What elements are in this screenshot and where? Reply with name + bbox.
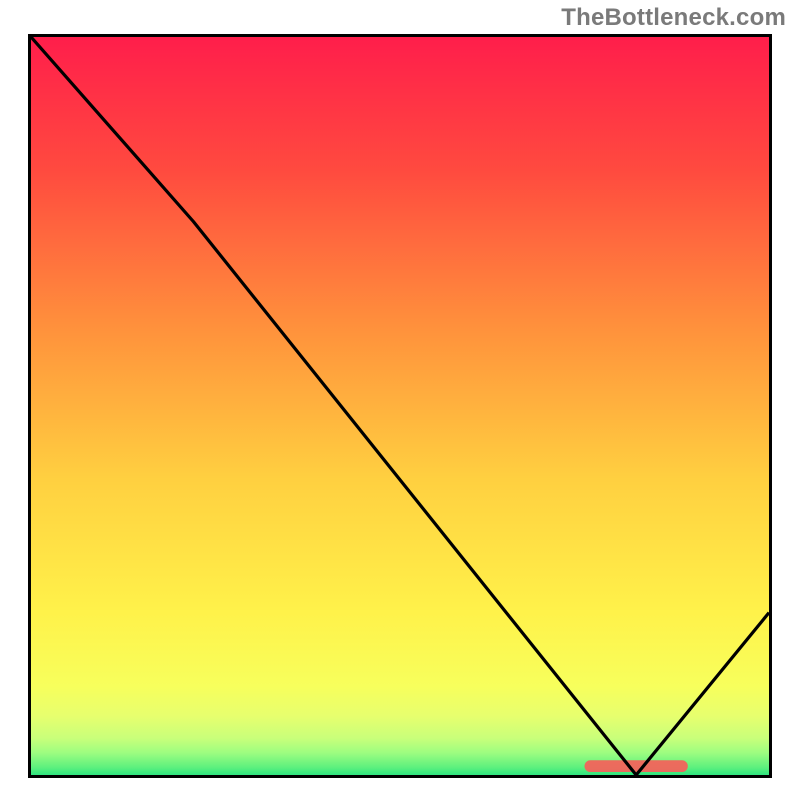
plot-area (28, 34, 772, 778)
plot-background (31, 37, 769, 775)
chart-frame: TheBottleneck.com (0, 0, 800, 800)
optimum-band (585, 760, 688, 772)
plot-svg (31, 37, 769, 775)
watermark-label: TheBottleneck.com (561, 4, 786, 32)
